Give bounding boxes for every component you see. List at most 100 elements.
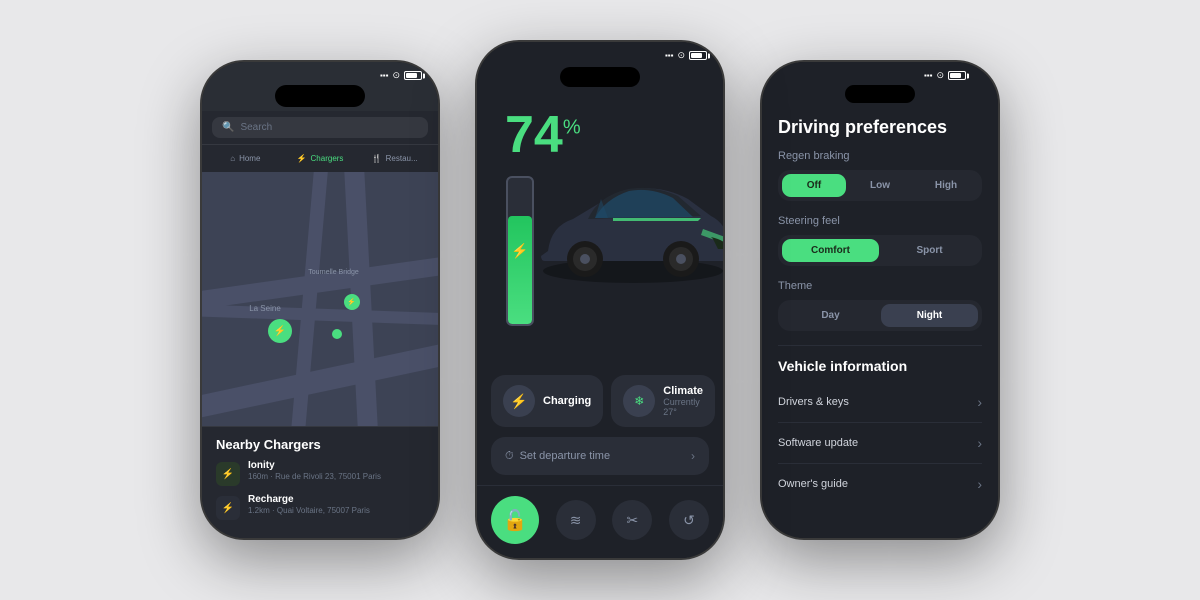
lights-button[interactable]: ≋ — [556, 500, 596, 540]
nav-restaurants-label: Restau... — [386, 154, 418, 163]
unlock-button[interactable]: 🔓 — [491, 496, 539, 544]
charger-item-0[interactable]: ⚡ Ionity 160m · Rue de Rivoli 23, 75001 … — [216, 460, 424, 486]
regen-off-btn[interactable]: Off — [782, 174, 846, 197]
map-background: La Seine Tournelle Bridge ⚡ ⚡ — [202, 172, 438, 426]
nearby-chargers-panel: Nearby Chargers ⚡ Ionity 160m · Rue de R… — [202, 426, 438, 538]
climate-card-icon: ❄ — [623, 385, 655, 417]
map-area: La Seine Tournelle Bridge ⚡ ⚡ — [202, 172, 438, 426]
dynamic-island — [560, 67, 640, 87]
settings-title: Driving preferences — [778, 107, 982, 150]
map-nav-bar: ⌂ Home ⚡ Chargers 🍴 Restau... — [202, 144, 438, 172]
charging-label: Charging — [543, 395, 591, 407]
battery-bar-container: ⚡ — [505, 176, 535, 336]
signal-icon-r: ▪▪▪ — [924, 71, 933, 80]
nav-chargers[interactable]: ⚡ Chargers — [283, 149, 358, 168]
charging-cards: ⚡ Charging ❄ Climate Currently 27° — [491, 375, 709, 427]
restaurant-icon: 🍴 — [372, 154, 382, 163]
software-update-label: Software update — [778, 437, 858, 449]
charger-icon-1: ⚡ — [216, 496, 240, 520]
wifi-icon: ⊙ — [392, 70, 400, 81]
steering-label: Steering feel — [778, 215, 982, 227]
vehicle-section-header: Vehicle information — [778, 358, 982, 374]
charging-bottom: ⚡ Charging ❄ Climate Currently 27° — [477, 365, 723, 485]
battery-icon-c — [689, 51, 707, 60]
steering-section: Steering feel Comfort Sport — [778, 215, 982, 266]
departure-label: ⏱ Set departure time — [505, 450, 610, 463]
drivers-keys-label: Drivers & keys — [778, 396, 849, 408]
charger-info-0: Ionity 160m · Rue de Rivoli 23, 75001 Pa… — [248, 460, 424, 481]
location-dot — [332, 329, 342, 339]
clock-icon: ⏱ — [505, 450, 514, 463]
signal-icon: ▪▪▪ — [380, 71, 389, 80]
climate-label: Climate — [663, 385, 703, 397]
status-bar-right: ▪▪▪ ⊙ — [778, 62, 982, 85]
battery-bar: ⚡ — [506, 176, 534, 326]
charger-item-1[interactable]: ⚡ Recharge 1.2km · Quai Voltaire, 75007 … — [216, 494, 424, 520]
defrost-button[interactable]: ✂ — [612, 500, 652, 540]
battery-percentage: 74% — [505, 109, 581, 161]
charger-pin-2[interactable]: ⚡ — [344, 294, 360, 310]
battery-icon — [404, 71, 422, 80]
charger-pin-1[interactable]: ⚡ — [268, 319, 292, 343]
battery-fill — [508, 216, 532, 324]
theme-day-btn[interactable]: Day — [782, 304, 879, 327]
charger-icon-0: ⚡ — [216, 462, 240, 486]
charger-name-1: Recharge — [248, 494, 424, 505]
nav-home-label: Home — [239, 154, 260, 163]
tournelle-label: Tournelle Bridge — [308, 269, 359, 276]
wifi-icon-r: ⊙ — [936, 70, 944, 81]
nav-chargers-label: Chargers — [311, 154, 344, 163]
climate-sub: Currently 27° — [663, 397, 703, 417]
chevron-right-icon: › — [691, 449, 695, 463]
steering-toggle-group: Comfort Sport — [778, 235, 982, 266]
software-update-row[interactable]: Software update › — [778, 423, 982, 464]
regen-toggle-group: Off Low High — [778, 170, 982, 201]
divider — [778, 345, 982, 346]
charging-card-text: Charging — [543, 395, 591, 407]
steering-comfort-btn[interactable]: Comfort — [782, 239, 879, 262]
climate-card-text: Climate Currently 27° — [663, 385, 703, 417]
charger-addr-1: 1.2km · Quai Voltaire, 75007 Paris — [248, 506, 424, 515]
phone-center: ▪▪▪ ⊙ 74% ⚡ — [475, 40, 725, 560]
home-icon: ⌂ — [230, 154, 235, 163]
bottom-toolbar: 🔓 ≋ ✂ ↺ — [477, 485, 723, 558]
climate-card[interactable]: ❄ Climate Currently 27° — [611, 375, 715, 427]
theme-night-btn[interactable]: Night — [881, 304, 978, 327]
regen-braking-section: Regen braking Off Low High — [778, 150, 982, 201]
search-placeholder: Search — [240, 122, 272, 133]
owners-guide-arrow: › — [977, 476, 982, 492]
charger-name-0: Ionity — [248, 460, 424, 471]
phone-left: ▪▪▪ ⊙ 🔍 Search ⌂ Home — [200, 60, 440, 540]
charger-nav-icon: ⚡ — [297, 154, 307, 163]
status-bar-left: ▪▪▪ ⊙ — [202, 62, 438, 85]
charging-card[interactable]: ⚡ Charging — [491, 375, 603, 427]
battery-icon-r — [948, 71, 966, 80]
theme-toggle-group: Day Night — [778, 300, 982, 331]
signal-icon-c: ▪▪▪ — [665, 51, 674, 60]
search-icon: 🔍 — [222, 122, 234, 133]
regen-low-btn[interactable]: Low — [848, 174, 912, 197]
software-update-arrow: › — [977, 435, 982, 451]
la-seine-label: La Seine — [249, 304, 281, 313]
search-bar: 🔍 Search — [202, 111, 438, 144]
steering-sport-btn[interactable]: Sport — [881, 239, 978, 262]
charger-addr-0: 160m · Rue de Rivoli 23, 75001 Paris — [248, 472, 424, 481]
notch-right — [845, 85, 915, 103]
nav-restaurants[interactable]: 🍴 Restau... — [357, 149, 432, 168]
car-svg — [533, 141, 723, 321]
regen-high-btn[interactable]: High — [914, 174, 978, 197]
drivers-keys-row[interactable]: Drivers & keys › — [778, 382, 982, 423]
nav-home[interactable]: ⌂ Home — [208, 149, 283, 168]
phones-container: ▪▪▪ ⊙ 🔍 Search ⌂ Home — [150, 20, 1050, 580]
remote-button[interactable]: ↺ — [669, 500, 709, 540]
battery-bolt-icon: ⚡ — [511, 243, 528, 260]
status-bar-center: ▪▪▪ ⊙ — [477, 42, 723, 65]
phone-right: ▪▪▪ ⊙ Driving preferences Regen braking … — [760, 60, 1000, 540]
owners-guide-label: Owner's guide — [778, 478, 848, 490]
notch — [275, 85, 365, 107]
departure-row[interactable]: ⏱ Set departure time › — [491, 437, 709, 475]
regen-label: Regen braking — [778, 150, 982, 162]
charger-info-1: Recharge 1.2km · Quai Voltaire, 75007 Pa… — [248, 494, 424, 515]
search-input[interactable]: 🔍 Search — [212, 117, 428, 138]
owners-guide-row[interactable]: Owner's guide › — [778, 464, 982, 504]
